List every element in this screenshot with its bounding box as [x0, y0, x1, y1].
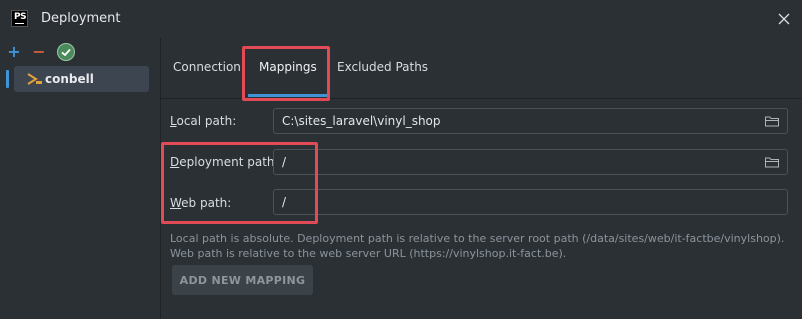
deployment-path-input[interactable]: [274, 150, 787, 174]
help-line-1: Local path is absolute. Deployment path …: [170, 232, 785, 245]
folder-icon[interactable]: [765, 156, 779, 168]
tab-excluded-paths[interactable]: Excluded Paths: [337, 60, 428, 74]
local-path-field[interactable]: [273, 108, 788, 134]
server-list-panel: + − conbell: [0, 38, 161, 319]
selection-marker: [6, 70, 9, 88]
add-server-button[interactable]: +: [7, 41, 21, 61]
web-path-label: Web path:: [170, 196, 232, 210]
deployment-path-field[interactable]: [273, 149, 788, 175]
local-path-label: Local path:: [170, 114, 237, 128]
set-default-button[interactable]: [57, 43, 75, 61]
title-bar: PS Deployment: [0, 0, 802, 38]
server-item-label: conbell: [45, 72, 94, 86]
active-tab-indicator: [248, 94, 328, 97]
sftp-server-icon: [27, 73, 42, 85]
remove-server-button[interactable]: −: [32, 41, 46, 61]
close-button[interactable]: [776, 11, 792, 27]
web-path-input[interactable]: [274, 190, 787, 214]
tab-mappings[interactable]: Mappings: [259, 60, 317, 74]
close-icon: [778, 13, 790, 25]
server-item-conbell[interactable]: conbell: [14, 66, 149, 92]
tab-bar: Connection Mappings Excluded Paths: [161, 38, 802, 99]
window-title: Deployment: [41, 11, 121, 26]
plus-icon: +: [7, 41, 21, 61]
help-line-2: Web path is relative to the web server U…: [170, 247, 567, 260]
add-new-mapping-button[interactable]: ADD NEW MAPPING: [172, 265, 313, 295]
deployment-path-label: Deployment path:: [170, 155, 279, 169]
folder-icon[interactable]: [765, 115, 779, 127]
phpstorm-logo-icon: PS: [11, 10, 28, 27]
local-path-input[interactable]: [274, 109, 787, 133]
settings-panel: Connection Mappings Excluded Paths Local…: [161, 38, 802, 319]
minus-icon: −: [32, 41, 46, 61]
check-circle-icon: [61, 48, 71, 57]
tab-connection[interactable]: Connection: [173, 60, 241, 74]
web-path-field[interactable]: [273, 189, 788, 215]
help-text: Local path is absolute. Deployment path …: [170, 231, 790, 261]
